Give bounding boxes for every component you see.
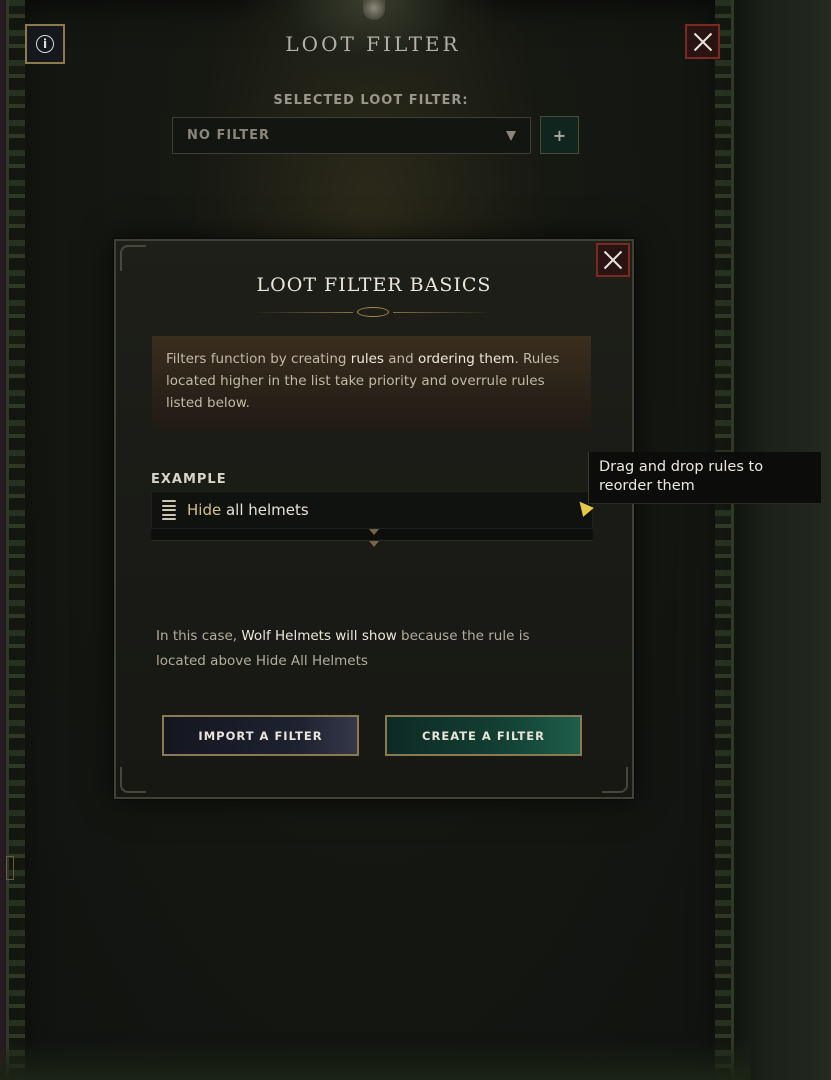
- vine-border-left: [9, 0, 25, 1080]
- example-rule-row[interactable]: Hide all helmets: [151, 491, 593, 529]
- corner-ornament: [602, 767, 628, 793]
- edge-marker: [6, 856, 14, 880]
- drag-handle-icon[interactable]: [162, 499, 176, 521]
- add-filter-button[interactable]: +: [540, 116, 579, 154]
- triangle-down-icon: [506, 130, 516, 141]
- corner-ornament: [120, 767, 146, 793]
- chevron-down-icon: [369, 541, 379, 547]
- create-filter-button[interactable]: CREATE A FILTER: [385, 715, 582, 756]
- result-text-part: In this case,: [156, 628, 242, 644]
- filter-dropdown[interactable]: NO FILTER: [172, 117, 531, 154]
- desc-highlight-rules: rules: [350, 351, 384, 367]
- chevron-down-icon: [369, 529, 379, 535]
- drag-tooltip: Drag and drop rules to reorder them: [588, 452, 821, 504]
- rule-text: Hide all helmets: [187, 501, 309, 519]
- vine-border-right: [715, 0, 731, 1080]
- description-box: Filters function by creating rules and o…: [152, 336, 591, 432]
- selected-filter-label: SELECTED LOOT FILTER:: [273, 93, 469, 108]
- rule-action: Hide: [187, 501, 222, 519]
- close-modal-button[interactable]: [596, 243, 630, 277]
- title-divider: [393, 312, 493, 313]
- result-highlight: Wolf Helmets will show: [241, 628, 397, 644]
- bottom-vine-border: [0, 1040, 750, 1080]
- example-label: EXAMPLE: [151, 472, 227, 487]
- divider-ornament-icon: [357, 307, 389, 317]
- desc-text: and: [383, 351, 418, 367]
- close-panel-button[interactable]: [685, 24, 720, 59]
- desc-highlight-ordering: ordering them: [417, 351, 515, 367]
- page-title: LOOT FILTER: [285, 32, 461, 56]
- modal-title: LOOT FILTER BASICS: [256, 274, 492, 296]
- result-text: In this case, Wolf Helmets will show bec…: [156, 624, 576, 674]
- rule-condition: all helmets: [221, 501, 309, 519]
- close-icon: [693, 32, 713, 52]
- desc-text: Filters function by creating: [166, 351, 351, 367]
- title-divider: [253, 312, 353, 313]
- dropdown-value: NO FILTER: [187, 128, 271, 143]
- import-filter-button[interactable]: IMPORT A FILTER: [162, 715, 359, 756]
- close-icon: [603, 250, 623, 270]
- corner-ornament: [120, 245, 146, 271]
- background-right: [726, 0, 831, 1080]
